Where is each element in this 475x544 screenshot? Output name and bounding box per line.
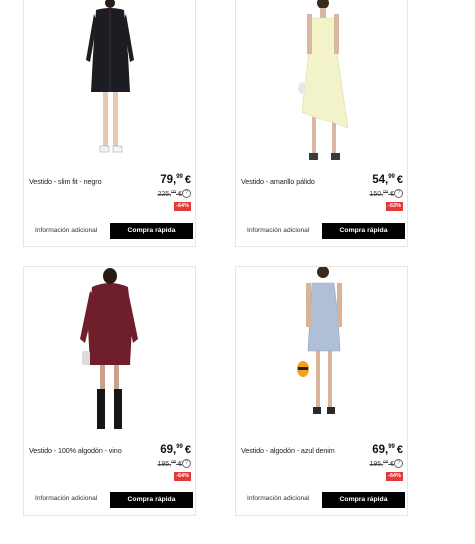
product-card[interactable]: Vestido - algodón - azul denim 69,99 € 19… bbox=[235, 266, 408, 516]
discount-badge: -63% bbox=[386, 202, 403, 211]
product-price: 69,99 € bbox=[160, 444, 191, 456]
quick-buy-button[interactable]: Compra rápida bbox=[322, 492, 405, 508]
product-image[interactable] bbox=[24, 0, 195, 170]
info-icon[interactable]: ? bbox=[394, 459, 403, 468]
original-price: 150,00 € bbox=[369, 189, 394, 198]
info-icon[interactable]: ? bbox=[182, 459, 191, 468]
discount-badge: -64% bbox=[174, 472, 191, 481]
quick-buy-button[interactable]: Compra rápida bbox=[322, 223, 405, 239]
discount-badge: -64% bbox=[386, 472, 403, 481]
product-card[interactable]: Vestido - amarillo pálido 54,99 € 150,00 … bbox=[235, 0, 408, 247]
product-image[interactable] bbox=[24, 267, 195, 439]
info-icon[interactable]: ? bbox=[394, 189, 403, 198]
product-image[interactable] bbox=[236, 0, 407, 170]
product-card[interactable]: Vestido - slim fit - negro 79,99 € 225,00… bbox=[23, 0, 196, 247]
product-price: 69,99 € bbox=[372, 444, 403, 456]
product-price: 79,99 € bbox=[160, 174, 191, 186]
quick-buy-button[interactable]: Compra rápida bbox=[110, 223, 193, 239]
product-name[interactable]: Vestido - amarillo pálido bbox=[241, 177, 315, 186]
product-image[interactable] bbox=[236, 267, 407, 439]
product-card[interactable]: Vestido - 100% algodón - vino 69,99 € 195… bbox=[23, 266, 196, 516]
more-info-link[interactable]: Información adicional bbox=[247, 227, 309, 234]
original-price: 225,00 € bbox=[157, 189, 182, 198]
more-info-link[interactable]: Información adicional bbox=[247, 495, 309, 502]
more-info-link[interactable]: Información adicional bbox=[35, 227, 97, 234]
info-icon[interactable]: ? bbox=[182, 189, 191, 198]
original-price: 195,00 € bbox=[369, 459, 394, 468]
product-name[interactable]: Vestido - 100% algodón - vino bbox=[29, 446, 122, 455]
more-info-link[interactable]: Información adicional bbox=[35, 495, 97, 502]
product-name[interactable]: Vestido - algodón - azul denim bbox=[241, 446, 335, 455]
quick-buy-button[interactable]: Compra rápida bbox=[110, 492, 193, 508]
original-price: 195,00 € bbox=[157, 459, 182, 468]
discount-badge: -64% bbox=[174, 202, 191, 211]
product-name[interactable]: Vestido - slim fit - negro bbox=[29, 177, 102, 186]
product-price: 54,99 € bbox=[372, 174, 403, 186]
